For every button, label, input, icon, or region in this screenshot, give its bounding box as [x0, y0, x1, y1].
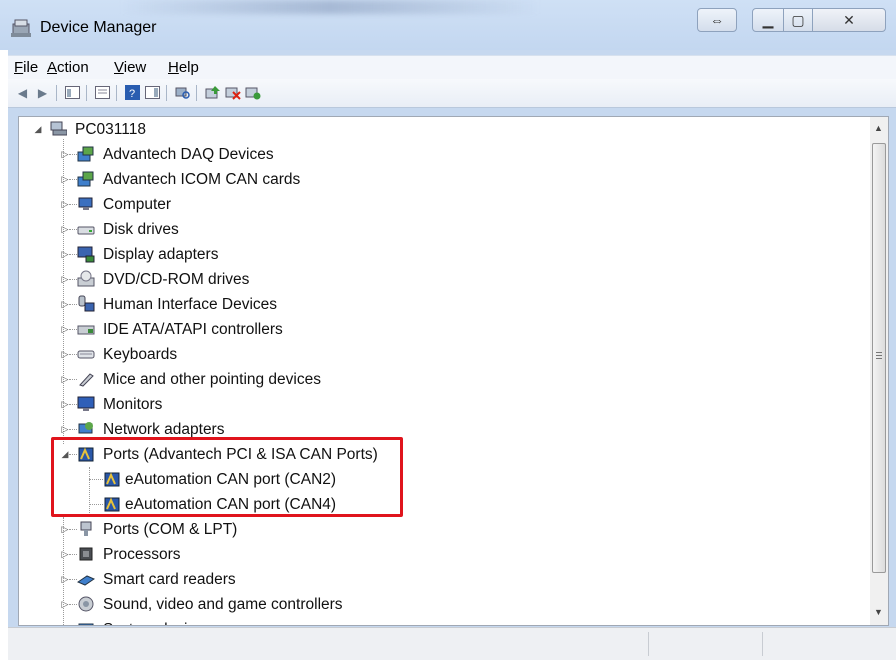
ide-controller-icon — [77, 325, 95, 335]
advantech-device-icon — [77, 171, 94, 187]
tree-item-label: DVD/CD-ROM drives — [103, 271, 250, 288]
close-button[interactable]: ✕ — [812, 8, 886, 32]
tree-item-label: Advantech DAQ Devices — [103, 146, 274, 163]
status-cell — [762, 632, 763, 656]
device-tree[interactable]: ◢ PC031118 ▷ Advantech DAQ Devices ▷ Advant… — [18, 116, 872, 626]
hid-icon — [78, 295, 95, 312]
uninstall-icon[interactable] — [224, 84, 241, 101]
menu-file[interactable]: File — [14, 59, 38, 76]
tree-item-label: Human Interface Devices — [103, 296, 278, 313]
toolbar: ◀ ▶ ? — [8, 79, 896, 108]
scrollbar-thumb[interactable] — [872, 143, 886, 573]
scroll-up-icon[interactable]: ▲ — [874, 123, 883, 133]
tree-item-label: Display adapters — [103, 246, 219, 263]
processor-icon — [79, 547, 93, 561]
forward-icon[interactable]: ▶ — [34, 84, 51, 101]
tree-item-label: Processors — [103, 546, 181, 563]
tree-item-label: Sound, video and game controllers — [103, 596, 343, 613]
back-icon[interactable]: ◀ — [14, 84, 31, 101]
tree-item-label: Mice and other pointing devices — [103, 371, 321, 388]
scroll-down-icon[interactable]: ▼ — [874, 607, 883, 617]
menu-bar: File Action View Help — [8, 55, 896, 80]
expand-arrow-icon[interactable]: ▷ — [60, 624, 70, 626]
tree-item-label: Monitors — [103, 396, 163, 413]
svg-text:?: ? — [129, 88, 135, 100]
tree-item-label: Ports (COM & LPT) — [103, 521, 238, 538]
tree-item-label: Computer — [103, 196, 172, 213]
advantech-device-icon — [77, 146, 94, 162]
help-icon[interactable]: ? — [124, 84, 141, 101]
snap-button[interactable]: ⇔ — [697, 8, 737, 32]
collapse-arrow-icon[interactable]: ◢ — [33, 124, 43, 134]
smart-card-icon — [77, 575, 95, 586]
disk-drive-icon — [77, 226, 95, 235]
window-title: Device Manager — [40, 19, 157, 36]
action-pane-icon[interactable] — [144, 84, 161, 101]
monitor-icon — [77, 396, 95, 411]
enable-icon[interactable] — [244, 84, 261, 101]
tree-item-label: Advantech ICOM CAN cards — [103, 171, 301, 188]
dvd-drive-icon — [77, 270, 95, 287]
root-label: PC031118 — [75, 121, 146, 138]
console-tree-icon[interactable] — [64, 84, 81, 101]
keyboard-icon — [77, 350, 95, 359]
title-bar: Device Manager ⇔ ▁ ▢ ✕ — [0, 0, 896, 50]
menu-help[interactable]: Help — [168, 59, 199, 76]
system-device-icon — [78, 623, 94, 625]
device-manager-icon — [11, 19, 31, 37]
highlight-box — [51, 437, 403, 517]
tree-item-label: System devices — [103, 621, 212, 625]
menu-view[interactable]: View — [114, 59, 146, 76]
minimize-button[interactable]: ▁ — [752, 8, 784, 32]
com-port-icon — [80, 521, 92, 536]
vertical-scrollbar[interactable]: ▲ ▼ — [870, 116, 889, 626]
tree-item-label: Disk drives — [103, 221, 179, 238]
sound-icon — [78, 596, 94, 612]
maximize-button[interactable]: ▢ — [783, 8, 813, 32]
computer-icon — [78, 197, 93, 210]
menu-action[interactable]: Action — [47, 59, 89, 76]
scan-hardware-icon[interactable] — [174, 84, 191, 101]
computer-root-icon — [50, 121, 67, 136]
status-bar — [8, 627, 896, 660]
mouse-icon — [79, 373, 94, 387]
update-driver-icon[interactable] — [204, 84, 221, 101]
properties-icon[interactable] — [94, 84, 111, 101]
network-adapter-icon — [78, 422, 93, 434]
tree-item-label: Smart card readers — [103, 571, 236, 588]
tree-item-label: Keyboards — [103, 346, 178, 363]
status-cell — [648, 632, 649, 656]
tree-item-label: IDE ATA/ATAPI controllers — [103, 321, 283, 338]
display-adapter-icon — [77, 246, 95, 263]
